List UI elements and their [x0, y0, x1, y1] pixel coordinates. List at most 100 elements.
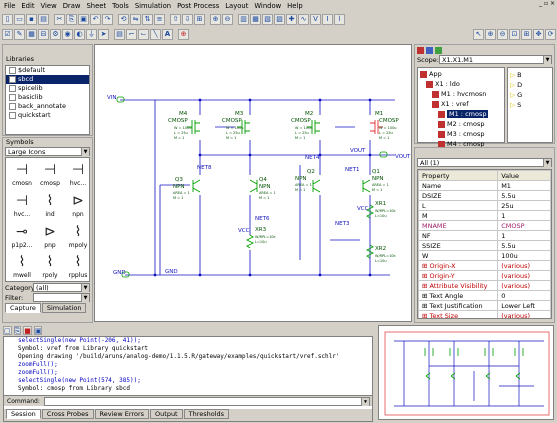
property-row[interactable]: W 100u — [418, 250, 551, 261]
menu-view[interactable]: View — [41, 2, 57, 10]
library-item[interactable]: basiclib — [6, 93, 89, 102]
transistor-q1[interactable] — [362, 179, 371, 193]
transistor-q4[interactable] — [249, 179, 258, 193]
property-row[interactable]: ⊞ Text Justification Lower Left — [418, 300, 551, 311]
menu-file[interactable]: File — [4, 2, 15, 10]
property-filter-select[interactable]: All (1) ▼ — [417, 158, 552, 167]
net-icon[interactable] — [435, 46, 442, 54]
clear-icon[interactable]: ▢ — [3, 326, 12, 335]
flip-icon[interactable]: ⇋ — [130, 13, 141, 25]
redo-icon[interactable]: ↷ — [102, 13, 113, 25]
tree-node[interactable]: App — [418, 69, 504, 79]
waveform-icon[interactable]: ∿ — [298, 13, 309, 25]
property-row[interactable]: SSIZE 5.5u — [418, 240, 551, 251]
menu-layout[interactable]: Layout — [225, 2, 248, 10]
library-item[interactable]: quickstart — [6, 111, 89, 120]
property-row[interactable]: NF 1 — [418, 230, 551, 241]
tab-cross-probes[interactable]: Cross Probes — [41, 409, 94, 419]
align-icon[interactable]: ≡ — [154, 13, 165, 25]
tab-output[interactable]: Output — [150, 409, 183, 419]
stop-icon[interactable]: ■ — [23, 326, 32, 335]
property-row[interactable]: ⊞ Text Size (various) — [418, 310, 551, 318]
zoom-fit-icon[interactable]: ⊞ — [521, 28, 532, 40]
save-icon[interactable]: ▪ — [26, 13, 37, 25]
select-pointer-icon[interactable]: ↖ — [473, 28, 484, 40]
menu-post-process[interactable]: Post Process — [177, 2, 219, 10]
menu-sheet[interactable]: Sheet — [86, 2, 106, 10]
zoom-in-icon[interactable]: ⊕ — [485, 28, 496, 40]
property-row[interactable]: ⊞ Origin-Y (various) — [418, 270, 551, 281]
mirror-icon[interactable]: ⇅ — [142, 13, 153, 25]
property-row[interactable]: ⊞ Text Angle 0 — [418, 290, 551, 301]
pin-item[interactable]: ▷ B — [510, 70, 550, 80]
transistor-q3[interactable] — [192, 179, 201, 193]
zoom-area-icon[interactable]: ⊡ — [509, 28, 520, 40]
menu-window[interactable]: Window — [254, 2, 281, 10]
hierarchy-up-icon[interactable]: ⇧ — [170, 13, 181, 25]
bus-icon[interactable]: ▤ — [114, 28, 125, 40]
tree-node[interactable]: M3 : cmosp — [418, 129, 504, 139]
schematic-canvas[interactable]: VIN GND GND VOUT VOUT NET8 NET4 NET1 NET… — [94, 44, 412, 322]
tree-node[interactable]: M2 : cmosp — [418, 119, 504, 129]
resistor-xr3[interactable] — [245, 234, 255, 249]
column-header[interactable]: Property — [418, 170, 499, 181]
property-row[interactable]: ⊞ Attribute Visibility (various) — [418, 280, 551, 291]
crosshair-icon[interactable]: ⊕ — [178, 28, 189, 40]
symbol-item[interactable]: ⌇ mpoly — [62, 222, 94, 254]
tree-node[interactable]: X1 : vref — [418, 99, 504, 109]
tab-session[interactable]: Session — [6, 409, 41, 419]
port-symbol[interactable] — [116, 96, 125, 103]
component-icon[interactable]: ◉ — [62, 28, 73, 40]
symbol-view-select[interactable]: Large Icons ▼ — [5, 147, 90, 156]
sim-setup-icon[interactable]: ▥ — [238, 13, 249, 25]
text-icon[interactable]: A — [162, 28, 173, 40]
push-icon[interactable]: ⊕ — [210, 13, 221, 25]
tree-node[interactable]: X1 : ldo — [418, 79, 504, 89]
filter-input[interactable]: ▼ — [33, 293, 90, 302]
symbol-item[interactable]: ⌇ rpplus — [62, 252, 94, 284]
net-label-icon[interactable]: ⌙ — [138, 28, 149, 40]
pin-item[interactable]: ▷ G — [510, 90, 550, 100]
port-symbol[interactable] — [379, 151, 388, 158]
tab-capture[interactable]: Capture — [5, 303, 41, 313]
schematic-overview[interactable] — [378, 325, 554, 420]
refresh-icon[interactable]: ⟳ — [545, 28, 556, 40]
property-row[interactable]: M1 — [418, 210, 551, 221]
sim-netlist-icon[interactable]: ▧ — [262, 13, 273, 25]
tab-review-errors[interactable]: Review Errors — [94, 409, 150, 419]
menu-simulation[interactable]: Simulation — [135, 2, 171, 10]
pan-icon[interactable]: ✥ — [533, 28, 544, 40]
port-icon[interactable]: ◐ — [74, 28, 85, 40]
arrow-icon[interactable]: ➤ — [98, 28, 109, 40]
ground-icon[interactable]: ⏚ — [86, 28, 97, 40]
property-row[interactable]: L 25u — [418, 200, 551, 211]
library-item[interactable]: spicelib — [6, 84, 89, 93]
wire-icon[interactable]: ⌐ — [126, 28, 137, 40]
scope-select[interactable]: X1.X1.M1 ▼ — [439, 55, 552, 64]
property-row[interactable]: Name M1 — [418, 180, 551, 191]
tree-node-selected[interactable]: M1 : cmosp — [418, 109, 504, 119]
library-item[interactable]: back_annotate — [6, 102, 89, 111]
window-controls[interactable]: _ ▫ × — [539, 0, 555, 7]
print-icon[interactable]: ▤ — [38, 13, 49, 25]
crossprobe-icon[interactable]: ✚ — [286, 13, 297, 25]
open-folder-icon[interactable]: ▭ — [14, 13, 25, 25]
edit-icon[interactable]: ✎ — [14, 28, 25, 40]
rotate-icon[interactable]: ⟲ — [118, 13, 129, 25]
grid-icon[interactable]: ⊞ — [194, 13, 205, 25]
zoom-out-icon[interactable]: ⊖ — [497, 28, 508, 40]
check-icon[interactable]: ☑ — [2, 28, 13, 40]
cut-icon[interactable]: ✂ — [54, 13, 65, 25]
menu-draw[interactable]: Draw — [63, 2, 81, 10]
menu-edit[interactable]: Edit — [21, 2, 34, 10]
transistor-q2[interactable] — [312, 179, 321, 193]
sim-probe-icon[interactable]: ▨ — [274, 13, 285, 25]
power-probe-icon[interactable]: ⌇ — [334, 13, 345, 25]
tab-simulation[interactable]: Simulation — [41, 303, 87, 313]
hierarchy-icon[interactable] — [417, 46, 424, 54]
property-row[interactable]: ⊞ Origin-X (various) — [418, 260, 551, 271]
command-input[interactable]: ▼ — [44, 396, 370, 406]
menu-tools[interactable]: Tools — [112, 2, 129, 10]
undo-icon[interactable]: ↶ — [90, 13, 101, 25]
tree-icon[interactable] — [426, 46, 433, 54]
